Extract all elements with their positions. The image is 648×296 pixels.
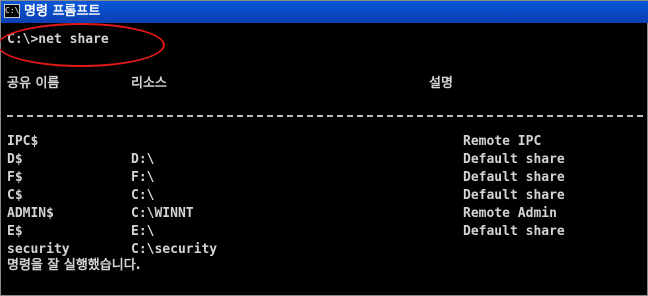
share-resource: E:\	[131, 224, 155, 239]
share-name: E$	[7, 224, 23, 239]
share-remark: Default share	[463, 170, 565, 185]
share-remark: Default share	[463, 152, 565, 167]
share-resource: C:\	[131, 188, 155, 203]
share-name: C$	[7, 188, 23, 203]
share-remark: Default share	[463, 188, 565, 203]
title-bar[interactable]: C:\ 명령 프롬프트	[1, 1, 648, 23]
share-remark: Remote Admin	[463, 206, 557, 221]
console-output[interactable]: C:\>net share 공유 이름 리소스 설명 IPC$ Remote I…	[5, 23, 645, 295]
share-name: ADMIN$	[7, 206, 54, 221]
share-resource: D:\	[131, 152, 155, 167]
header-resource: 리소스	[131, 76, 167, 91]
completion-message: 명령을 잘 실행했습니다.	[7, 258, 141, 273]
share-remark: Remote IPC	[463, 134, 542, 149]
separator-line	[7, 115, 643, 117]
command-line: C:\>net share	[7, 32, 109, 47]
share-name: F$	[7, 170, 23, 185]
share-name: IPC$	[7, 134, 39, 149]
share-resource: F:\	[131, 170, 155, 185]
share-name: D$	[7, 152, 23, 167]
share-resource: C:\WINNT	[131, 206, 194, 221]
header-remark: 설명	[429, 76, 453, 91]
window-title: 명령 프롬프트	[24, 4, 101, 19]
header-share-name: 공유 이름	[7, 76, 60, 91]
share-remark: Default share	[463, 224, 565, 239]
cmd-icon[interactable]: C:\	[4, 4, 20, 18]
command-prompt-window: C:\ 명령 프롬프트 C:\>net share 공유 이름 리소스 설명 I…	[0, 0, 648, 296]
share-resource: C:\security	[131, 242, 218, 257]
